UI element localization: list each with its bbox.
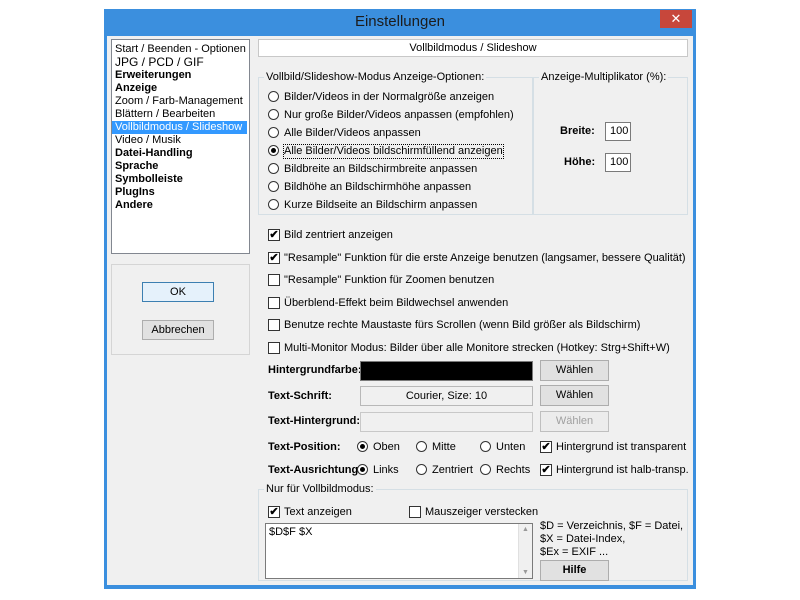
nav-item[interactable]: Symbolleiste — [112, 173, 249, 186]
window-title: Einstellungen — [354, 13, 446, 30]
font-label: Text-Schrift: — [268, 390, 332, 402]
placeholder-hint-1: $D = Verzeichnis, $F = Datei, — [540, 520, 684, 532]
align-right-label[interactable]: Rechts — [496, 464, 530, 477]
placeholder-hint-2: $X = Datei-Index, — [540, 533, 626, 545]
align-left-label[interactable]: Links — [373, 464, 399, 477]
display-option-radio[interactable] — [268, 181, 279, 192]
align-right-radio[interactable] — [480, 464, 491, 475]
dialog-client-area: Start / Beenden - Optionen JPG / PCD / GI… — [107, 36, 693, 585]
display-option-radio[interactable] — [268, 163, 279, 174]
display-option-radio[interactable] — [268, 127, 279, 138]
align-center-label[interactable]: Zentriert — [432, 464, 473, 477]
display-option-label[interactable]: Bildbreite an Bildschirmbreite anpassen — [284, 163, 477, 176]
show-text-checkbox[interactable]: ✔ — [268, 506, 280, 518]
nav-item[interactable]: Video / Musik — [112, 134, 249, 147]
option-checkbox[interactable] — [268, 297, 280, 309]
display-option-label[interactable]: Bildhöhe an Bildschirmhöhe anpassen — [284, 181, 471, 194]
option-checkbox[interactable]: ✔ — [268, 252, 280, 264]
text-position-top-radio[interactable] — [357, 441, 368, 452]
option-checkbox[interactable] — [268, 319, 280, 331]
nav-item[interactable]: Datei-Handling — [112, 147, 249, 160]
display-option-radio[interactable] — [268, 109, 279, 120]
height-input[interactable]: 100 — [605, 153, 631, 172]
align-center-radio[interactable] — [416, 464, 427, 475]
semi-transparent-background-label[interactable]: Hintergrund ist halb-transp. — [556, 464, 689, 477]
display-option-label[interactable]: Kurze Bildseite an Bildschirm anpassen — [284, 199, 477, 212]
display-option-label[interactable]: Alle Bilder/Videos bildschirmfüllend anz… — [283, 144, 504, 159]
settings-category-list[interactable]: Start / Beenden - Optionen JPG / PCD / GI… — [111, 39, 250, 254]
display-options-title: Vollbild/Slideshow-Modus Anzeige-Optione… — [264, 71, 487, 83]
text-template-area[interactable]: $D$F $X ▲ ▼ — [265, 523, 533, 579]
choose-background-button[interactable]: Wählen — [540, 360, 609, 381]
nav-item[interactable]: JPG / PCD / GIF — [112, 56, 249, 69]
placeholder-hint-3: $Ex = EXIF ... — [540, 546, 609, 558]
transparent-background-label[interactable]: Hintergrund ist transparent — [556, 441, 686, 454]
option-checkbox-label[interactable]: Multi-Monitor Modus: Bilder über alle Mo… — [284, 342, 670, 355]
nav-item[interactable]: Erweiterungen — [112, 69, 249, 82]
text-template-value[interactable]: $D$F $X — [269, 526, 312, 538]
align-left-radio[interactable] — [357, 464, 368, 475]
text-position-middle-label[interactable]: Mitte — [432, 441, 456, 454]
display-option-label[interactable]: Alle Bilder/Videos anpassen — [284, 127, 421, 140]
button-panel: OK Abbrechen — [111, 264, 250, 355]
option-checkbox[interactable]: ✔ — [268, 229, 280, 241]
multiplier-group: Anzeige-Multiplikator (%): Breite: 100 H… — [533, 71, 688, 215]
nav-item[interactable]: Blättern / Bearbeiten — [112, 108, 249, 121]
text-template-scrollbar[interactable]: ▲ ▼ — [518, 524, 532, 578]
display-option-radio[interactable] — [268, 91, 279, 102]
ok-button[interactable]: OK — [142, 282, 214, 302]
display-option-label[interactable]: Bilder/Videos in der Normalgröße anzeige… — [284, 91, 494, 104]
nav-item[interactable]: PlugIns — [112, 186, 249, 199]
title-bar[interactable]: Einstellungen ✕ — [104, 9, 696, 36]
display-option-label[interactable]: Nur große Bilder/Videos anpassen (empfoh… — [284, 109, 514, 122]
text-position-middle-radio[interactable] — [416, 441, 427, 452]
text-position-bottom-radio[interactable] — [480, 441, 491, 452]
close-button[interactable]: ✕ — [660, 10, 692, 28]
width-input[interactable]: 100 — [605, 122, 631, 141]
option-checkbox-label[interactable]: "Resample" Funktion für die erste Anzeig… — [284, 252, 686, 265]
page-title: Vollbildmodus / Slideshow — [258, 39, 688, 57]
nav-item[interactable]: Andere — [112, 199, 249, 212]
transparent-background-checkbox[interactable]: ✔ — [540, 441, 552, 453]
text-background-label: Text-Hintergrund: — [268, 415, 361, 427]
text-alignment-label: Text-Ausrichtung: — [268, 464, 362, 476]
nav-item[interactable]: Vollbildmodus / Slideshow — [112, 121, 247, 134]
option-checkbox[interactable] — [268, 342, 280, 354]
help-button[interactable]: Hilfe — [540, 560, 609, 581]
text-position-bottom-label[interactable]: Unten — [496, 441, 525, 454]
height-label: Höhe: — [564, 156, 596, 168]
choose-font-button[interactable]: Wählen — [540, 385, 609, 406]
settings-dialog: Einstellungen ✕ Start / Beenden - Option… — [104, 9, 696, 589]
option-checkbox-label[interactable]: Überblend-Effekt beim Bildwechsel anwend… — [284, 297, 508, 310]
hide-cursor-checkbox[interactable] — [409, 506, 421, 518]
text-position-top-label[interactable]: Oben — [373, 441, 400, 454]
fullscreen-only-title: Nur für Vollbildmodus: — [264, 483, 376, 495]
font-display: Courier, Size: 10 — [360, 386, 533, 406]
option-checkbox[interactable] — [268, 274, 280, 286]
text-position-label: Text-Position: — [268, 441, 341, 453]
scroll-up-arrow-icon[interactable]: ▲ — [521, 526, 530, 533]
text-background-display — [360, 412, 533, 432]
choose-text-background-button[interactable]: Wählen — [540, 411, 609, 432]
hide-cursor-label[interactable]: Mauszeiger verstecken — [425, 506, 538, 519]
option-checkbox-label[interactable]: Benutze rechte Maustaste fürs Scrollen (… — [284, 319, 640, 332]
scroll-down-arrow-icon[interactable]: ▼ — [521, 569, 530, 576]
nav-item[interactable]: Anzeige — [112, 82, 249, 95]
background-color-swatch[interactable] — [360, 361, 533, 381]
multiplier-title: Anzeige-Multiplikator (%): — [539, 71, 669, 83]
option-checkbox-label[interactable]: Bild zentriert anzeigen — [284, 229, 393, 242]
display-option-radio[interactable] — [268, 199, 279, 210]
show-text-label[interactable]: Text anzeigen — [284, 506, 352, 519]
nav-item[interactable]: Sprache — [112, 160, 249, 173]
nav-item[interactable]: Zoom / Farb-Management — [112, 95, 249, 108]
option-checkbox-label[interactable]: "Resample" Funktion für Zoomen benutzen — [284, 274, 494, 287]
cancel-button[interactable]: Abbrechen — [142, 320, 214, 340]
semi-transparent-background-checkbox[interactable]: ✔ — [540, 464, 552, 476]
display-option-radio[interactable] — [268, 145, 279, 156]
width-label: Breite: — [560, 125, 595, 137]
background-color-label: Hintergrundfarbe: — [268, 364, 362, 376]
